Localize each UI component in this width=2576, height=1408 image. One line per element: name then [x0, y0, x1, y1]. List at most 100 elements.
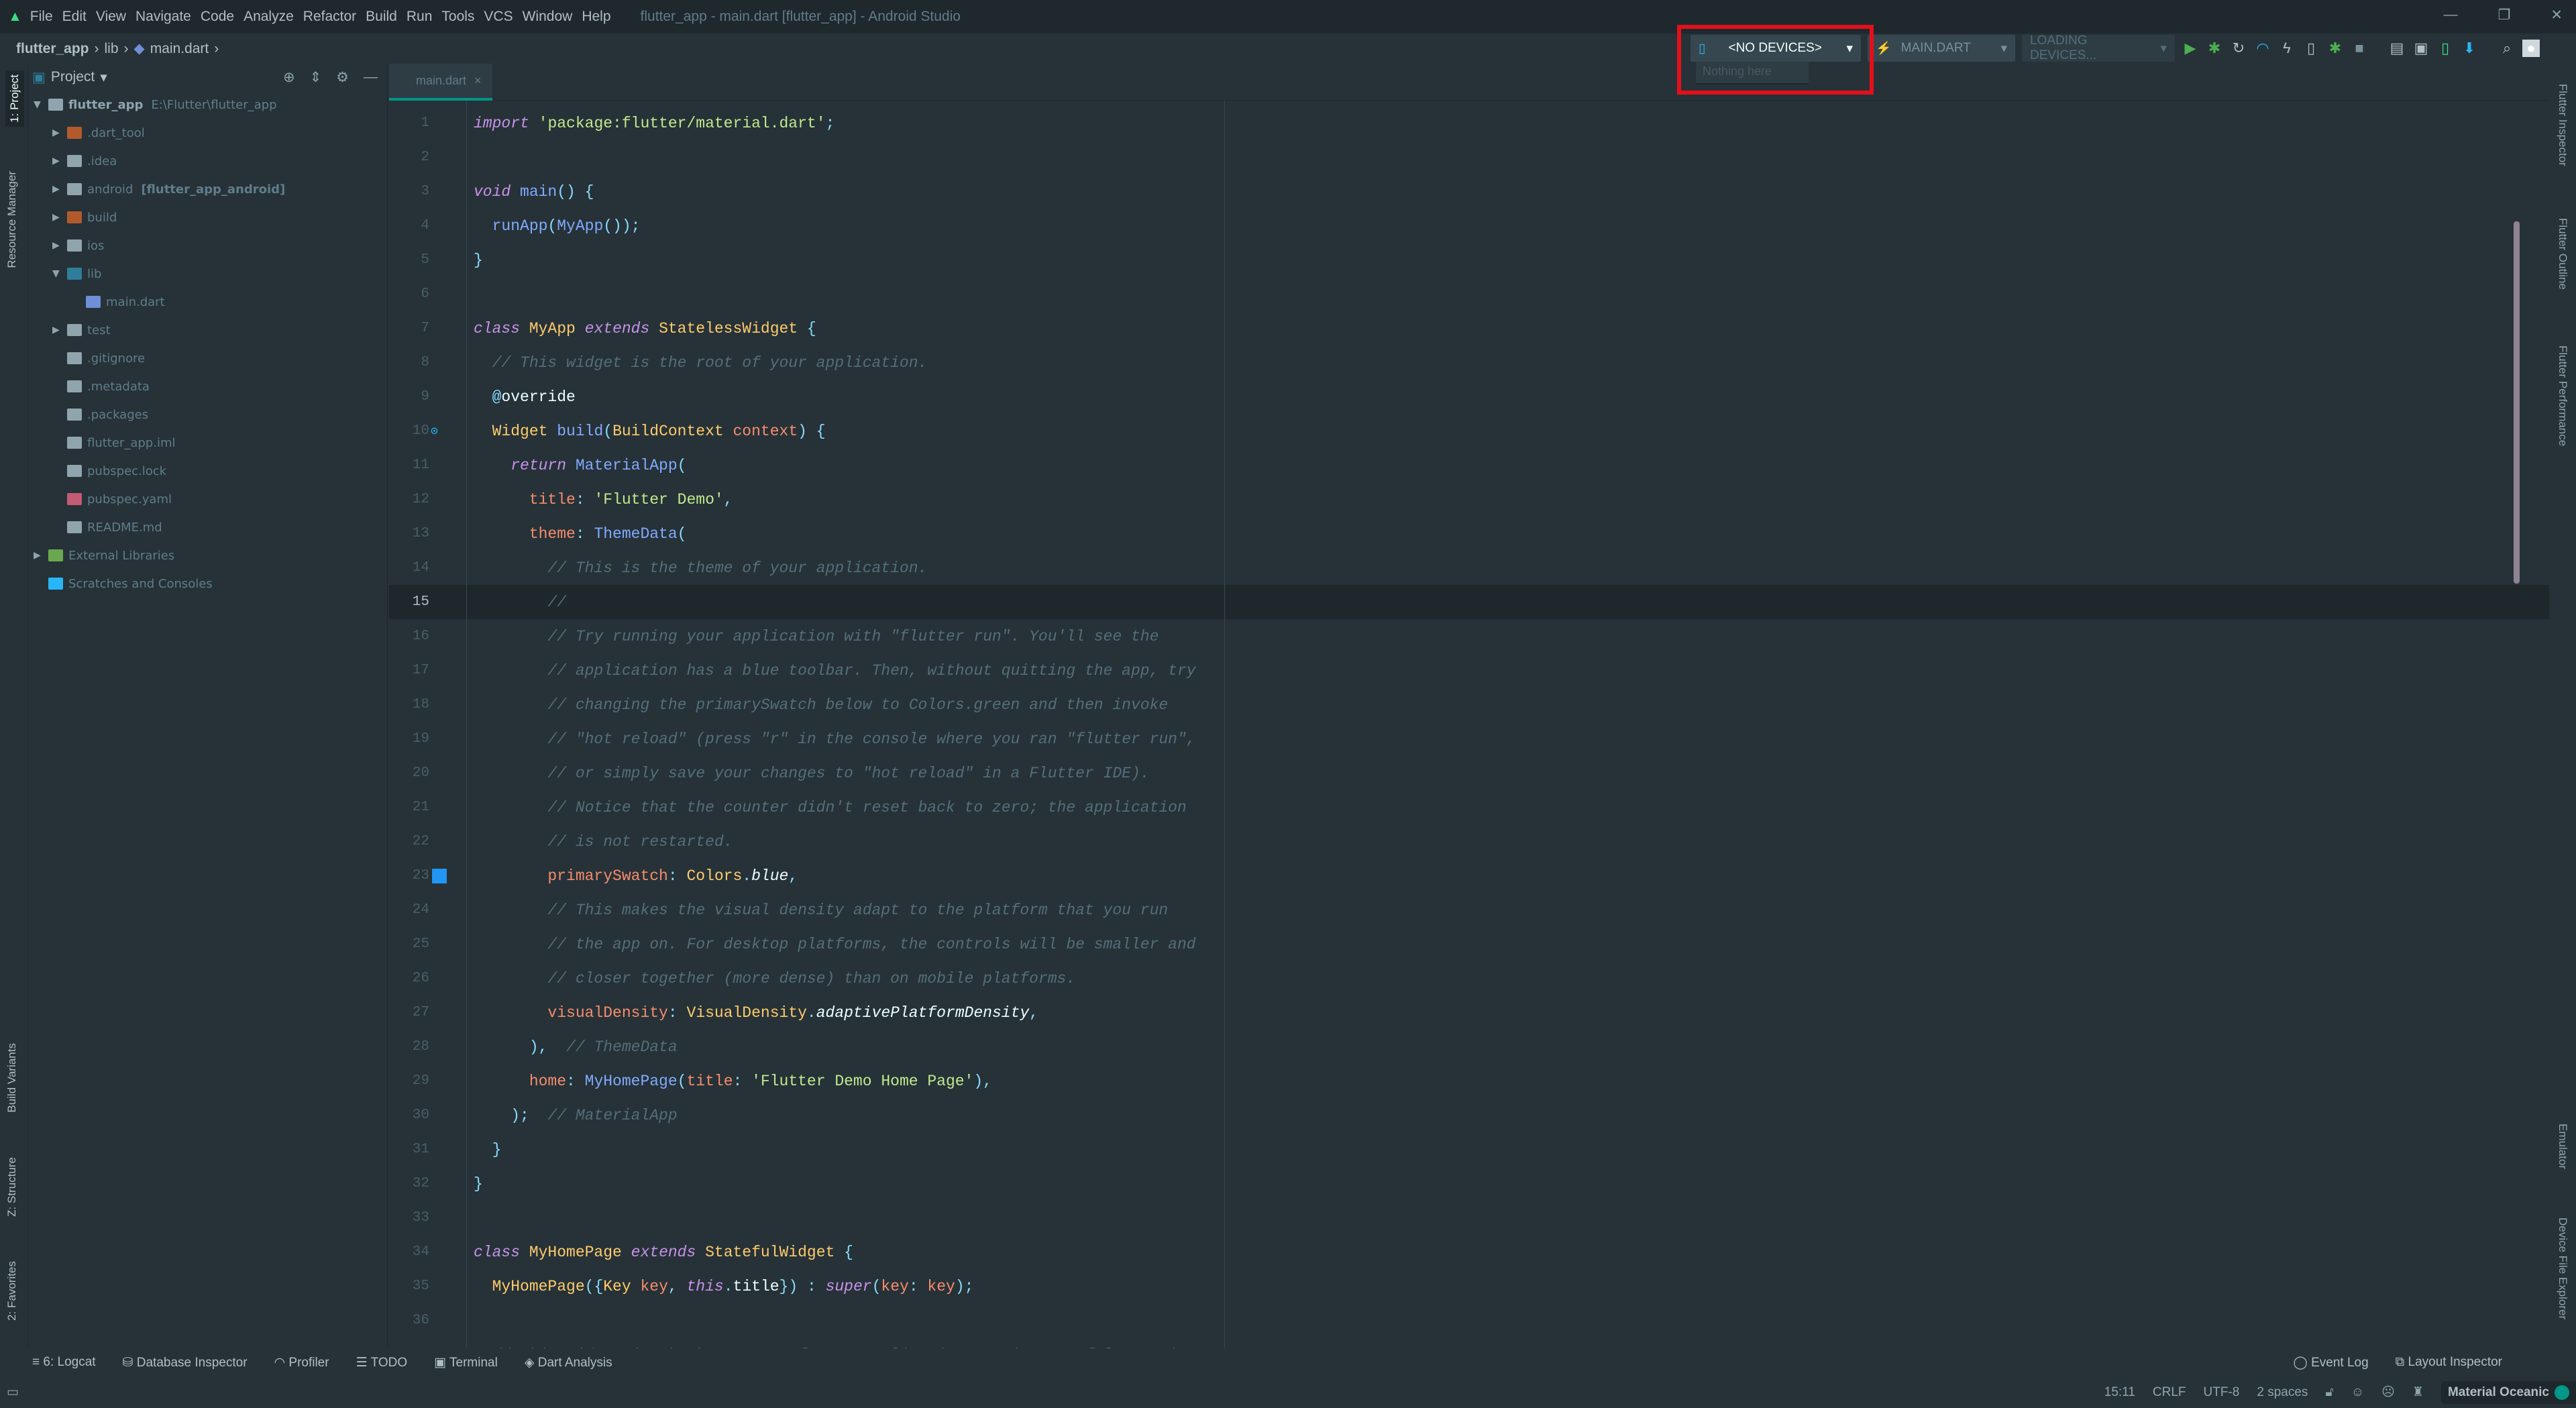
tree-item[interactable]: pubspec.lock	[28, 457, 387, 485]
expand-arrow-icon[interactable]: ▶	[52, 212, 67, 223]
tool-window-favorites[interactable]: 2: Favorites	[5, 1261, 19, 1321]
code-editor[interactable]: 1 import 'package:flutter/material.dart';…	[389, 101, 2549, 1348]
tree-item[interactable]: main.dart	[28, 288, 387, 316]
tree-item[interactable]: ▶ External Libraries	[28, 541, 387, 570]
menu-edit[interactable]: Edit	[62, 9, 87, 25]
breadcrumb-file[interactable]: main.dart	[150, 41, 209, 57]
caret-position[interactable]: 15:11	[2104, 1385, 2135, 1400]
profile-icon[interactable]: ◠	[2254, 40, 2271, 57]
flutter-device-icon[interactable]: ▯	[2302, 40, 2320, 57]
tool-window--logcat[interactable]: ≡ 6: Logcat	[32, 1355, 96, 1370]
tree-item[interactable]: ▶ .idea	[28, 147, 387, 175]
menu-build[interactable]: Build	[366, 9, 397, 25]
expand-arrow-icon[interactable]: ▶	[34, 550, 48, 561]
restore-button[interactable]: ❐	[2498, 7, 2511, 23]
tool-window-flutter-performance[interactable]: Flutter Performance	[2556, 345, 2569, 446]
expand-arrow-icon[interactable]: ▶	[52, 127, 67, 138]
menu-view[interactable]: View	[96, 9, 126, 25]
tree-item[interactable]: ▼ flutter_app E:\Flutter\flutter_app	[28, 91, 387, 119]
tool-windows-toggle-icon[interactable]: ▭	[7, 1385, 19, 1400]
expand-arrow-icon[interactable]: ▶	[52, 325, 67, 335]
tool-window-device-file-explorer[interactable]: Device File Explorer	[2556, 1217, 2569, 1319]
avd-manager-icon[interactable]: ▯	[2436, 40, 2454, 57]
menu-vcs[interactable]: VCS	[484, 9, 513, 25]
loading-devices-selector[interactable]: LOADING DEVICES... ▾	[2022, 34, 2175, 62]
tree-item[interactable]: .gitignore	[28, 344, 387, 372]
menu-refactor[interactable]: Refactor	[303, 9, 356, 25]
file-encoding[interactable]: UTF-8	[2204, 1385, 2240, 1400]
tool-window-project[interactable]: 1: Project	[5, 70, 24, 127]
expand-arrow-icon[interactable]: ▶	[52, 156, 67, 166]
frown-icon[interactable]: ☹	[2381, 1385, 2395, 1400]
tree-item[interactable]: ▶ test	[28, 316, 387, 344]
tree-item[interactable]: README.md	[28, 513, 387, 541]
indent-setting[interactable]: 2 spaces	[2257, 1385, 2308, 1400]
tree-item[interactable]: pubspec.yaml	[28, 485, 387, 513]
minimize-button[interactable]: —	[2444, 7, 2458, 23]
tree-item[interactable]: .metadata	[28, 372, 387, 400]
scrollbar[interactable]	[2514, 221, 2520, 584]
menu-help[interactable]: Help	[582, 9, 610, 25]
tool-window-layout-inspector[interactable]: ⧉ Layout Inspector	[2396, 1355, 2502, 1370]
close-button[interactable]: ✕	[2551, 7, 2563, 23]
run-config-selector[interactable]: ⚡ MAIN.DART ▾	[1868, 35, 2015, 62]
tool-window-dart-analysis[interactable]: ◈ Dart Analysis	[525, 1355, 612, 1370]
breadcrumb-lib[interactable]: lib	[105, 41, 119, 57]
debug-icon[interactable]: ✱	[2206, 40, 2223, 57]
tool-window-event-log[interactable]: ◯ Event Log	[2294, 1355, 2369, 1370]
override-marker-icon[interactable]: ⊙	[431, 424, 438, 439]
expand-arrow-icon[interactable]: ▼	[52, 268, 67, 279]
expand-arrow-icon[interactable]: ▶	[52, 184, 67, 195]
run-icon[interactable]: ▶	[2182, 40, 2199, 57]
menu-code[interactable]: Code	[201, 9, 234, 25]
locate-icon[interactable]: ⊕	[283, 69, 295, 86]
theme-indicator[interactable]: Material Oceanic	[2440, 1380, 2576, 1404]
tool-window-terminal[interactable]: ▣ Terminal	[434, 1355, 498, 1370]
tool-window-flutter-inspector[interactable]: Flutter Inspector	[2556, 84, 2569, 166]
tool-window-flutter-outline[interactable]: Flutter Outline	[2556, 218, 2569, 290]
tree-item[interactable]: ▶ android [flutter_app_android]	[28, 175, 387, 203]
menu-run[interactable]: Run	[407, 9, 433, 25]
menu-analyze[interactable]: Analyze	[244, 9, 294, 25]
tree-item[interactable]: ▶ build	[28, 203, 387, 231]
menu-navigate[interactable]: Navigate	[136, 9, 191, 25]
sdk-manager-icon[interactable]: ⬇	[2461, 40, 2478, 57]
hide-icon[interactable]: —	[364, 69, 378, 86]
account-icon[interactable]: ●	[2522, 40, 2540, 57]
menu-tools[interactable]: Tools	[441, 9, 474, 25]
hot-reload-icon[interactable]: ϟ	[2278, 40, 2296, 57]
tree-item[interactable]: ▼ lib	[28, 260, 387, 288]
tool-window-build-variants[interactable]: Build Variants	[5, 1043, 19, 1113]
search-icon[interactable]: ⌕	[2498, 40, 2516, 57]
project-view-selector[interactable]: Project	[51, 69, 95, 85]
lock-icon[interactable]: 🔓︎	[2325, 1385, 2333, 1400]
tree-item[interactable]: Scratches and Consoles	[28, 570, 387, 598]
tool-window-profiler[interactable]: ◠ Profiler	[274, 1355, 329, 1370]
tree-item[interactable]: .packages	[28, 400, 387, 429]
tool-window-structure[interactable]: Z: Structure	[5, 1157, 19, 1217]
menu-file[interactable]: File	[30, 9, 53, 25]
attach-icon[interactable]: ↻	[2230, 40, 2247, 57]
project-structure-icon[interactable]: ▤	[2388, 40, 2406, 57]
tree-item[interactable]: flutter_app.iml	[28, 429, 387, 457]
tool-window-emulator[interactable]: Emulator	[2556, 1124, 2569, 1169]
expand-arrow-icon[interactable]: ▼	[34, 99, 48, 110]
expand-arrow-icon[interactable]: ▶	[52, 240, 67, 251]
tree-item[interactable]: ▶ ios	[28, 231, 387, 260]
terminal-icon[interactable]: ▣	[2412, 40, 2430, 57]
debug-attach-icon[interactable]: ✱	[2326, 40, 2344, 57]
tool-window-resource-manager[interactable]: Resource Manager	[5, 171, 19, 268]
tab-main-dart[interactable]: main.dart ×	[389, 64, 492, 101]
color-swatch-icon[interactable]	[432, 868, 447, 883]
inspector-icon[interactable]: ♜	[2412, 1385, 2424, 1400]
chevron-down-icon[interactable]: ▾	[100, 69, 107, 86]
smile-icon[interactable]: ☺	[2351, 1385, 2364, 1400]
breadcrumb-project[interactable]: flutter_app	[16, 41, 89, 57]
line-separator[interactable]: CRLF	[2153, 1385, 2186, 1400]
menu-window[interactable]: Window	[523, 9, 573, 25]
stop-icon[interactable]: ■	[2351, 40, 2368, 57]
close-tab-icon[interactable]: ×	[474, 74, 482, 88]
tool-window-todo[interactable]: ☰ TODO	[356, 1355, 408, 1370]
collapse-all-icon[interactable]: ⇕	[310, 69, 322, 86]
tree-item[interactable]: ▶ .dart_tool	[28, 119, 387, 147]
